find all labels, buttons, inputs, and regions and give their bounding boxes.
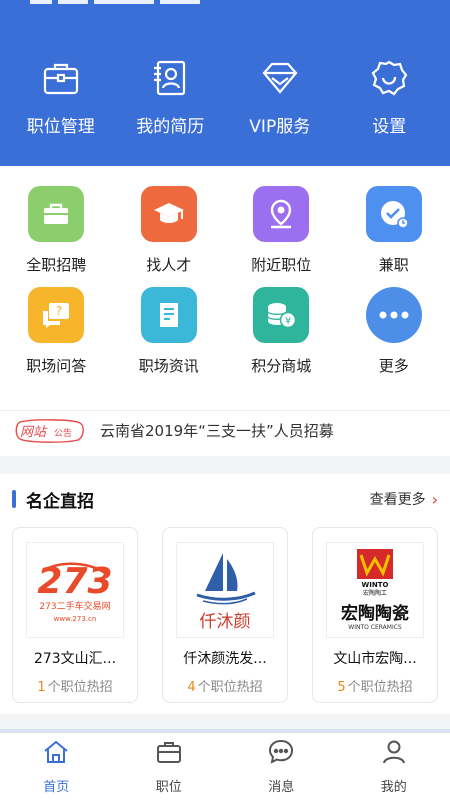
- grid-label: 积分商城: [251, 357, 312, 375]
- grid-points-mall[interactable]: ¥ 积分商城: [225, 287, 338, 376]
- company-card[interactable]: 仟沐颜 仟沐颜洗发... 4 个职位热招: [162, 527, 288, 703]
- company-logo-mark: WINTO: [362, 581, 389, 589]
- graduation-cap-icon: [140, 186, 197, 242]
- company-card[interactable]: 273 273二手车交易网 www.273.cn 273文山汇... 1 个职位热…: [12, 527, 138, 703]
- grid-workplace-news[interactable]: 职场资讯: [113, 287, 226, 376]
- document-icon: [140, 287, 197, 343]
- company-jobs: 1 个职位热招: [37, 676, 112, 695]
- grid-more[interactable]: 更多: [338, 287, 450, 376]
- grid-label: 兼职: [378, 256, 409, 274]
- more-dots-icon: [365, 287, 422, 343]
- quick-job-management[interactable]: 职位管理: [11, 58, 111, 137]
- job-count: 1: [37, 680, 46, 695]
- jobs-suffix: 个职位热招: [347, 680, 413, 695]
- company-name: 文山市宏陶...: [333, 651, 417, 667]
- company-logo-text: 273二手车交易网: [39, 600, 110, 612]
- svg-text:¥: ¥: [285, 316, 291, 327]
- company-name: 仟沐颜洗发...: [183, 651, 267, 667]
- feature-grid: 全职招聘 找人才 附近职位 兼职 ? 职场问答 职场资讯 ¥ 积分商城 更多: [0, 166, 450, 376]
- quick-my-resume[interactable]: 我的简历: [120, 58, 220, 137]
- quick-vip-service[interactable]: VIP服务: [230, 58, 330, 137]
- notice-badge: 网站 公告: [14, 418, 86, 444]
- view-more-link[interactable]: 查看更多 ›: [370, 489, 438, 509]
- quick-actions: 职位管理 我的简历 VIP服务 设置: [0, 58, 450, 137]
- job-count: 4: [187, 680, 196, 695]
- briefcase-icon: [28, 186, 85, 242]
- user-icon: [380, 738, 408, 770]
- header-title-clipped: [30, 0, 240, 4]
- grid-label: 全职招聘: [26, 256, 87, 274]
- jobs-suffix: 个职位热招: [47, 680, 113, 695]
- grid-label: 更多: [378, 357, 409, 375]
- grid-workplace-qa[interactable]: ? 职场问答: [0, 287, 113, 376]
- svg-text:?: ?: [56, 304, 62, 318]
- coins-icon: ¥: [253, 287, 310, 343]
- notice-badge-sub: 公告: [54, 428, 73, 439]
- briefcase-icon: [41, 58, 81, 102]
- company-cards: 273 273二手车交易网 www.273.cn 273文山汇... 1 个职位热…: [0, 524, 450, 703]
- grid-label: 职场问答: [26, 357, 87, 375]
- company-logo-text: 仟沐颜: [200, 612, 251, 632]
- grid-label: 找人才: [146, 256, 192, 274]
- section-header: 名企直招 查看更多 ›: [0, 474, 450, 524]
- tab-label: 职位: [155, 780, 182, 795]
- header: 职位管理 我的简历 VIP服务 设置: [0, 0, 450, 166]
- quick-label: 职位管理: [26, 117, 95, 137]
- grid-label: 附近职位: [251, 256, 312, 274]
- briefcase-icon: [155, 738, 183, 770]
- view-more-label: 查看更多: [369, 492, 426, 508]
- quick-label: 设置: [372, 117, 407, 137]
- tab-label: 首页: [43, 780, 70, 795]
- quick-label: 我的简历: [136, 117, 205, 137]
- company-jobs: 5 个职位热招: [337, 676, 412, 695]
- tab-home[interactable]: 首页: [0, 733, 113, 800]
- question-chat-icon: ?: [28, 287, 85, 343]
- notice-text: 云南省2019年“三支一扶”人员招募: [100, 422, 334, 440]
- quick-label: VIP服务: [249, 117, 311, 137]
- section-title: 名企直招: [26, 491, 94, 512]
- company-logo-text: 宏陶陶瓷: [341, 603, 409, 624]
- company-logo-mark-sub: 宏陶陶工: [363, 589, 387, 597]
- job-count: 5: [337, 680, 346, 695]
- company-logo-winto: WINTO 宏陶陶工 宏陶陶瓷 WINTO CERAMICS: [326, 542, 424, 638]
- company-card[interactable]: WINTO 宏陶陶工 宏陶陶瓷 WINTO CERAMICS 文山市宏陶... …: [312, 527, 438, 703]
- famous-companies-section: 名企直招 查看更多 › 273 273二手车交易网 www.273.cn 273…: [0, 474, 450, 714]
- tab-label: 消息: [268, 780, 295, 795]
- tab-label: 我的: [380, 780, 407, 795]
- company-logo-qianmuyan: 仟沐颜: [176, 542, 274, 638]
- tab-mine[interactable]: 我的: [338, 733, 450, 800]
- company-logo-sub: WINTO CERAMICS: [348, 624, 402, 631]
- notice-bar[interactable]: 网站 公告 云南省2019年“三支一扶”人员招募: [0, 410, 450, 450]
- grid-part-time[interactable]: 兼职: [338, 186, 450, 275]
- quick-settings[interactable]: 设置: [339, 58, 439, 137]
- company-logo-273: 273 273二手车交易网 www.273.cn: [26, 542, 124, 638]
- section-accent-bar: [12, 490, 16, 508]
- company-jobs: 4 个职位热招: [187, 676, 262, 695]
- jobs-suffix: 个职位热招: [197, 680, 263, 695]
- location-pin-icon: [253, 186, 310, 242]
- tab-messages[interactable]: 消息: [225, 733, 338, 800]
- company-name: 273文山汇...: [33, 651, 117, 667]
- feature-panel: 全职招聘 找人才 附近职位 兼职 ? 职场问答 职场资讯 ¥ 积分商城 更多 网…: [0, 166, 450, 456]
- diamond-icon: [260, 58, 300, 102]
- home-icon: [42, 738, 70, 770]
- tab-jobs[interactable]: 职位: [113, 733, 226, 800]
- grid-fulltime-jobs[interactable]: 全职招聘: [0, 186, 113, 275]
- message-icon: [267, 738, 295, 770]
- clock-check-icon: [365, 186, 422, 242]
- resume-icon: [150, 58, 190, 102]
- app-screen: 职位管理 我的简历 VIP服务 设置 全职招聘 找人才 附近职位 兼职 ? 职场…: [0, 0, 450, 800]
- notice-badge-main: 网站: [20, 424, 47, 440]
- company-logo-sub: www.273.cn: [54, 615, 97, 623]
- grid-label: 职场资讯: [138, 357, 199, 375]
- grid-find-talent[interactable]: 找人才: [113, 186, 226, 275]
- gear-icon: [369, 58, 409, 102]
- chevron-right-icon: ›: [431, 489, 438, 509]
- bottom-tab-bar: 首页 职位 消息 我的: [0, 732, 450, 800]
- grid-nearby-jobs[interactable]: 附近职位: [225, 186, 338, 275]
